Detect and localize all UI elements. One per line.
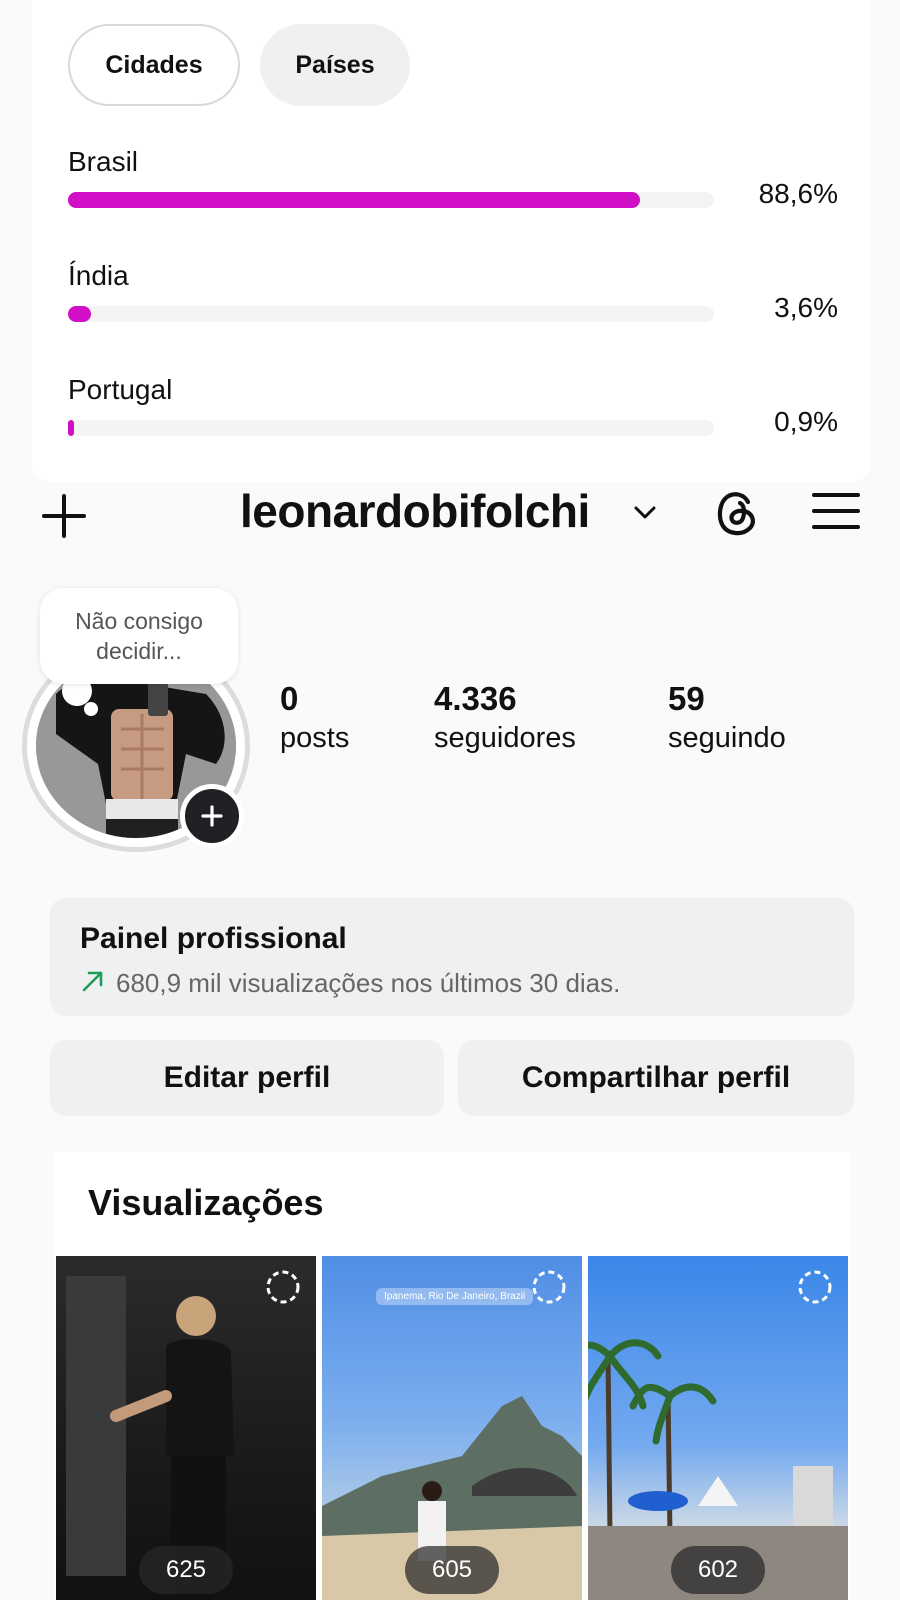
stat-value: 0: [280, 680, 299, 717]
country-name: Brasil: [68, 146, 139, 177]
threads-icon[interactable]: [712, 488, 760, 538]
country-row-india: Índia 3,6%: [68, 260, 838, 323]
menu-icon[interactable]: [812, 490, 860, 532]
country-name: Portugal: [68, 374, 173, 405]
audience-card: Cidades Países Brasil 88,6% Índia 3,6% P…: [32, 0, 870, 482]
progress-track: [68, 192, 714, 208]
chevron-down-icon[interactable]: [632, 502, 658, 522]
note-bubble-tail: [84, 702, 98, 716]
stat-posts[interactable]: 0 posts: [280, 680, 349, 755]
share-profile-button[interactable]: Compartilhar perfil: [458, 1040, 854, 1116]
profile-header: leonardobifolchi: [0, 482, 900, 544]
country-row-portugal: Portugal 0,9%: [68, 374, 838, 437]
username[interactable]: leonardobifolchi: [240, 484, 590, 538]
dashboard-title: Painel profissional: [80, 922, 347, 955]
stat-value: 4.336: [434, 680, 517, 717]
tab-cidades[interactable]: Cidades: [68, 24, 240, 106]
progress-fill: [68, 192, 641, 208]
country-percent: 88,6%: [758, 178, 838, 209]
edit-profile-button[interactable]: Editar perfil: [50, 1040, 444, 1116]
add-story-button[interactable]: [180, 784, 244, 848]
dashboard-subtitle: 680,9 mil visualizações nos últimos 30 d…: [116, 968, 621, 998]
loading-icon: [266, 1270, 300, 1304]
plus-icon[interactable]: [40, 492, 88, 540]
professional-dashboard[interactable]: Painel profissional 680,9 mil visualizaç…: [50, 898, 854, 1016]
stat-label: seguindo: [668, 722, 786, 754]
progress-track: [68, 420, 714, 436]
view-count: 605: [405, 1546, 499, 1594]
plus-icon: [201, 805, 223, 827]
views-title: Visualizações: [88, 1182, 324, 1223]
progress-fill: [68, 420, 75, 436]
stat-followers[interactable]: 4.336 seguidores: [434, 680, 576, 755]
progress-fill: [68, 306, 92, 322]
stat-following[interactable]: 59 seguindo: [668, 680, 786, 755]
country-row-brasil: Brasil 88,6%: [68, 146, 838, 209]
view-thumbnail[interactable]: 602: [588, 1256, 848, 1600]
country-name: Índia: [68, 260, 129, 291]
location-tag: Ipanema, Rio De Janeiro, Brazil: [376, 1288, 534, 1305]
loading-icon: [798, 1270, 832, 1304]
profile-note[interactable]: Não consigo decidir...: [40, 588, 238, 684]
stat-value: 59: [668, 680, 705, 717]
country-percent: 3,6%: [774, 292, 838, 323]
stat-label: seguidores: [434, 722, 576, 754]
tab-paises[interactable]: Países: [260, 24, 410, 106]
country-percent: 0,9%: [774, 406, 838, 437]
view-count: 625: [139, 1546, 233, 1594]
view-count: 602: [671, 1546, 765, 1594]
view-thumbnail[interactable]: 625: [56, 1256, 316, 1600]
stat-label: posts: [280, 722, 350, 754]
progress-track: [68, 306, 714, 322]
loading-icon: [532, 1270, 566, 1304]
trend-up-icon: [82, 971, 103, 992]
view-thumbnail[interactable]: Ipanema, Rio De Janeiro, Brazil 605: [322, 1256, 582, 1600]
